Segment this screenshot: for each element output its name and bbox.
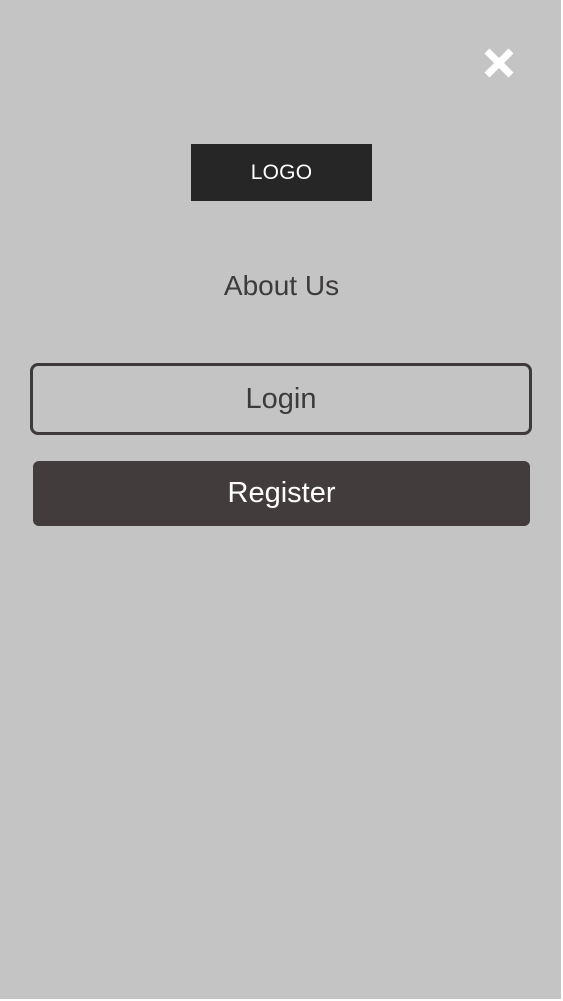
login-button-label: Login <box>245 382 317 415</box>
close-button[interactable] <box>478 42 520 84</box>
logo-text: LOGO <box>250 160 313 184</box>
logo: LOGO <box>191 144 372 201</box>
close-icon <box>484 48 514 78</box>
about-us-link[interactable]: About Us <box>0 270 563 302</box>
register-button-label: Register <box>227 477 336 509</box>
login-button[interactable]: Login <box>30 363 532 435</box>
register-button[interactable]: Register <box>33 461 530 526</box>
mobile-menu-panel: LOGO About Us Login Register <box>0 0 561 999</box>
